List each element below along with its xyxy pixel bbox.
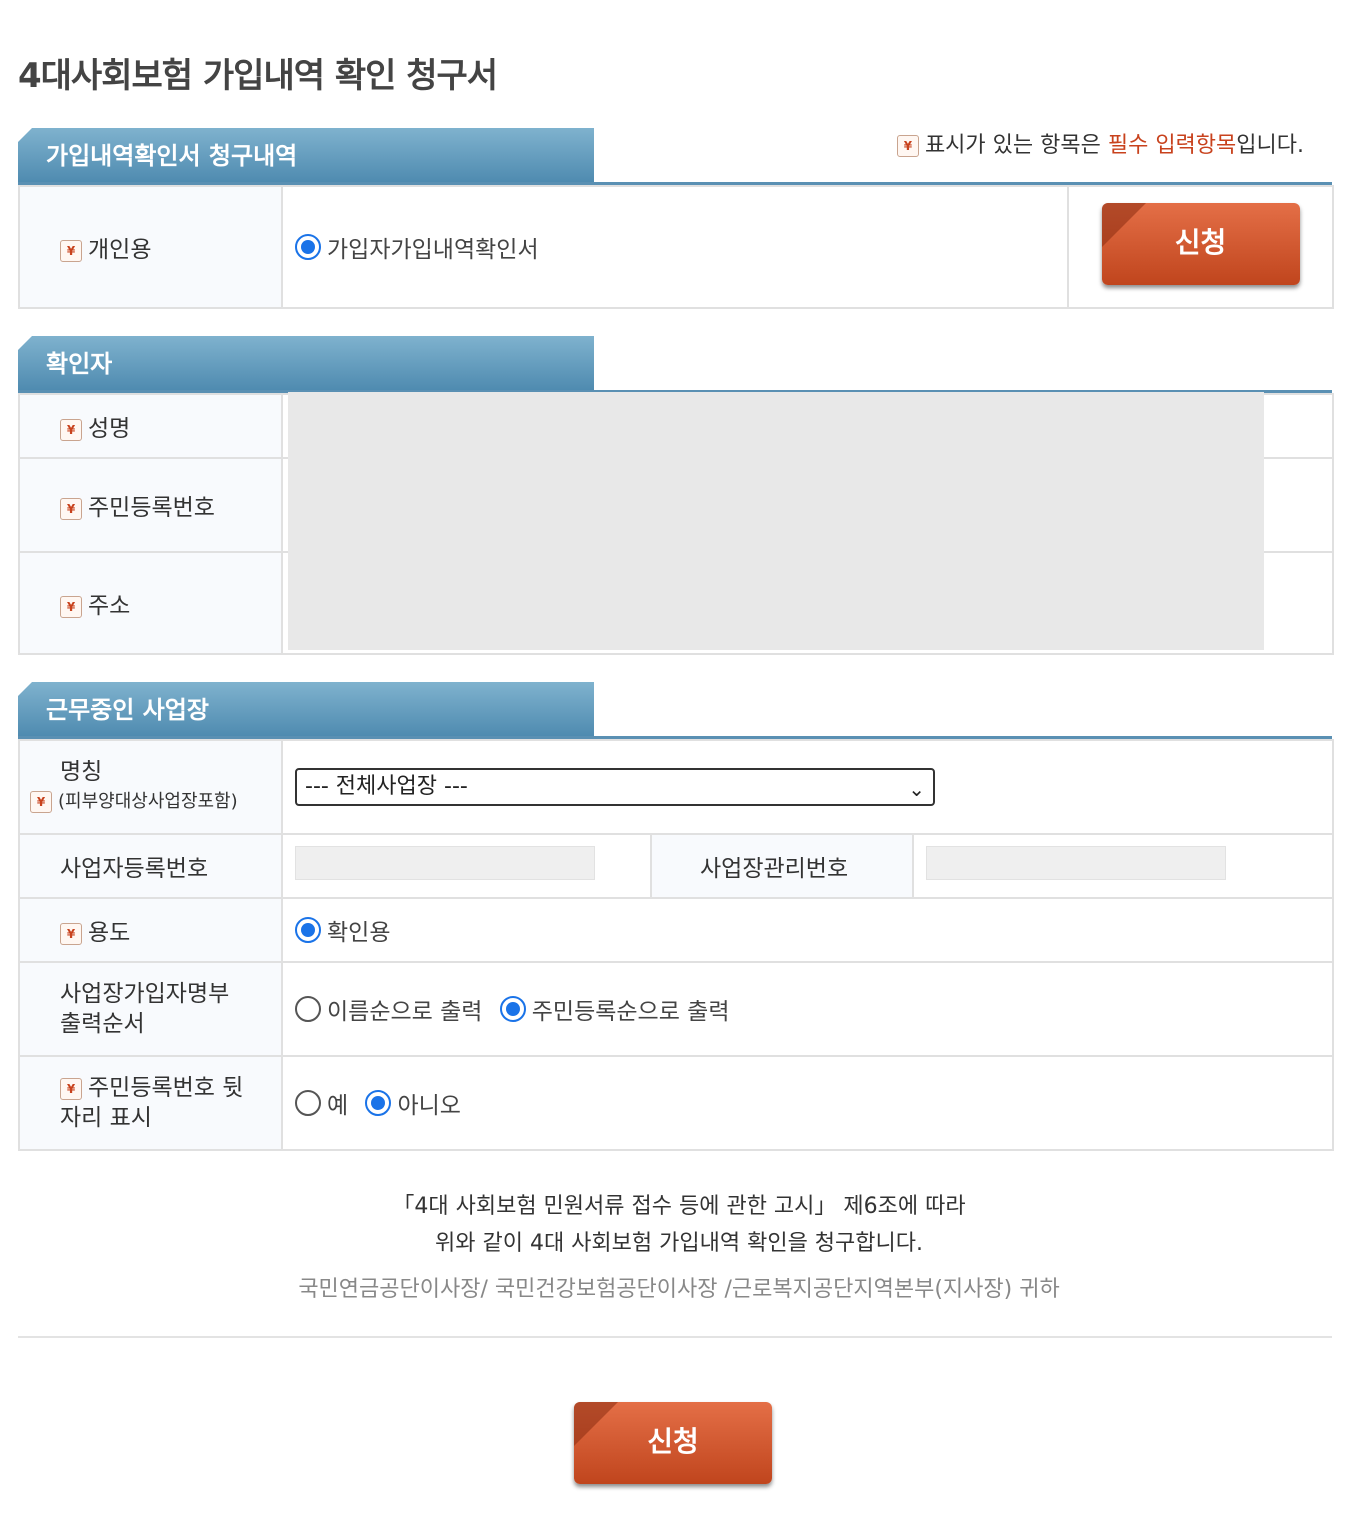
radio-order-by-name[interactable] bbox=[295, 996, 321, 1022]
notice-line1: 「4대 사회보험 민원서류 접수 등에 관한 고시」 제6조에 따라 bbox=[392, 1194, 966, 1219]
chevron-down-icon: ⌄ bbox=[908, 777, 925, 801]
rrn-display-label-line1: 주민등록번호 뒷 bbox=[88, 1075, 244, 1101]
workplace-select[interactable]: --- 전체사업장 --- ⌄ bbox=[295, 768, 935, 806]
name-label: 성명 bbox=[88, 416, 131, 442]
biz-reg-label: 사업자등록번호 bbox=[18, 833, 283, 899]
biz-mgmt-label: 사업장관리번호 bbox=[650, 833, 914, 899]
rrn-display-label-line2: 자리 표시 bbox=[60, 1105, 152, 1131]
radio-verification-use[interactable] bbox=[295, 917, 321, 943]
biz-mgmt-input[interactable] bbox=[926, 846, 1226, 880]
rrn-yes-label: 예 bbox=[327, 1093, 349, 1119]
radio-subscriber-certificate[interactable] bbox=[295, 234, 321, 260]
address-label: 주소 bbox=[88, 593, 131, 619]
order-by-name-label: 이름순으로 출력 bbox=[327, 999, 483, 1025]
workplace-name-label: 명칭 bbox=[60, 759, 103, 785]
required-icon: ¥ bbox=[60, 595, 82, 618]
biz-reg-input[interactable] bbox=[295, 846, 595, 880]
verification-use-label: 확인용 bbox=[327, 920, 391, 946]
required-icon: ¥ bbox=[60, 1077, 82, 1100]
required-icon: ¥ bbox=[60, 239, 82, 262]
rrn-label: 주민등록번호 bbox=[88, 495, 215, 521]
order-by-rrn-label: 주민등록순으로 출력 bbox=[531, 999, 730, 1025]
request-table: ¥ 개인용 가입자가입내역확인서 신청 bbox=[18, 185, 1334, 309]
personal-label: 개인용 bbox=[88, 237, 152, 263]
section-request: 가입내역확인서 청구내역 ¥ 개인용 가입자가입내역확인서 신청 bbox=[18, 128, 1334, 309]
page-title: 4대사회보험 가입내역 확인 청구서 bbox=[18, 56, 498, 96]
apply-button-top[interactable]: 신청 bbox=[1101, 203, 1300, 285]
workplace-table: 명칭 ¥ (피부양대상사업장포함) --- 전체사업장 --- ⌄ 사업자등록번호 … bbox=[18, 739, 1334, 1151]
order-label-line2: 출력순서 bbox=[60, 1011, 145, 1037]
radio-rrn-no[interactable] bbox=[365, 1090, 392, 1116]
radio-rrn-yes[interactable] bbox=[295, 1090, 321, 1116]
order-label-line1: 사업장가입자명부 bbox=[60, 981, 230, 1007]
section-workplace: 근무중인 사업장 명칭 ¥ (피부양대상사업장포함) --- 전체사업장 --- ⌄… bbox=[18, 682, 1334, 1151]
section-tab-verifier: 확인자 bbox=[18, 336, 594, 390]
apply-button-bottom[interactable]: 신청 bbox=[574, 1402, 772, 1484]
subscriber-certificate-label: 가입자가입내역확인서 bbox=[327, 237, 539, 263]
purpose-label: 용도 bbox=[88, 920, 131, 946]
radio-order-by-rrn[interactable] bbox=[499, 996, 526, 1022]
required-icon: ¥ bbox=[60, 418, 82, 441]
section-tab-request: 가입내역확인서 청구내역 bbox=[18, 128, 594, 182]
divider bbox=[18, 1336, 1332, 1338]
required-icon: ¥ bbox=[60, 497, 82, 520]
rrn-no-label: 아니오 bbox=[397, 1093, 461, 1119]
required-icon: ¥ bbox=[30, 791, 52, 813]
workplace-name-sublabel: (피부양대상사업장포함) bbox=[58, 791, 238, 812]
notice-line2: 위와 같이 4대 사회보험 가입내역 확인을 청구합니다. bbox=[435, 1231, 923, 1256]
redacted-block bbox=[288, 392, 1264, 650]
required-icon: ¥ bbox=[60, 922, 82, 945]
section-tab-workplace: 근무중인 사업장 bbox=[18, 682, 594, 736]
notice-recipient: 국민연금공단이사장/ 국민건강보험공단이사장 /근로복지공단지역본부(지사장) … bbox=[298, 1277, 1060, 1302]
